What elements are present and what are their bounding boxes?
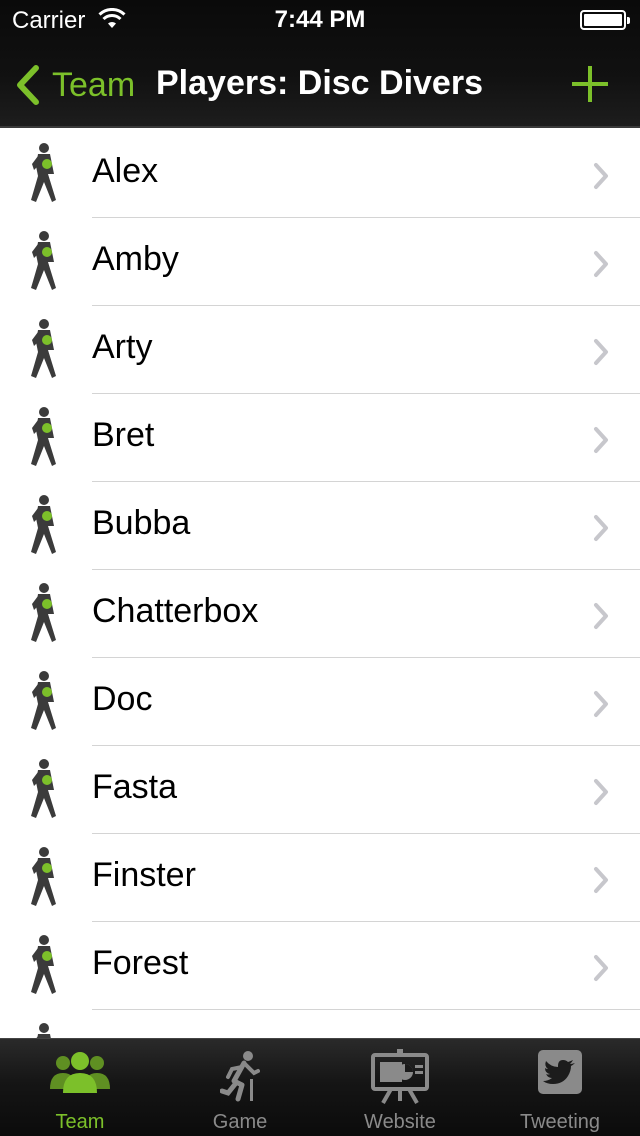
player-row[interactable]: Bubba — [0, 482, 640, 570]
player-silhouette-icon — [31, 759, 56, 818]
player-silhouette-icon — [31, 231, 56, 290]
player-row[interactable]: Bret — [0, 394, 640, 482]
battery-icon — [580, 10, 630, 30]
chevron-right-icon — [594, 515, 608, 541]
player-silhouette-icon — [31, 583, 56, 642]
battery-level — [584, 14, 622, 26]
player-name: Doc — [92, 680, 153, 718]
tab-website-label: Website — [364, 1111, 436, 1133]
chevron-right-icon — [594, 955, 608, 981]
tab-tweeting-label: Tweeting — [519, 1111, 601, 1133]
player-name: Bubba — [92, 504, 191, 542]
player-row[interactable]: Doc — [0, 658, 640, 746]
website-icon — [371, 1049, 429, 1104]
player-silhouette-icon — [31, 495, 56, 554]
status-time: 7:44 PM — [274, 6, 366, 33]
player-row[interactable]: Chatterbox — [0, 570, 640, 658]
chevron-right-icon — [594, 163, 608, 189]
player-name: Finster — [92, 856, 196, 894]
player-row[interactable]: Alex — [0, 130, 640, 218]
player-row[interactable]: Finster — [0, 834, 640, 922]
back-button-label: Team — [52, 65, 136, 104]
player-name: Forest — [92, 944, 189, 982]
chevron-right-icon — [594, 691, 608, 717]
player-name: Alex — [92, 152, 159, 190]
tab-game-label: Game — [212, 1111, 268, 1133]
player-row[interactable]: Arty — [0, 306, 640, 394]
player-name: Fasta — [92, 768, 178, 806]
chevron-right-icon — [594, 339, 608, 365]
player-silhouette-icon — [31, 319, 56, 378]
chevron-right-icon — [594, 779, 608, 805]
tab-bar: Team Game Website Tweeting — [0, 1038, 640, 1136]
team-icon — [50, 1052, 110, 1093]
tab-website[interactable]: Website — [320, 1039, 480, 1136]
player-silhouette-icon — [31, 847, 56, 906]
player-silhouette-icon — [31, 935, 56, 994]
twitter-icon — [538, 1050, 582, 1094]
runner-icon — [220, 1051, 260, 1102]
page-title: Players: Disc Divers — [156, 64, 483, 102]
player-name: Chatterbox — [92, 592, 259, 630]
player-name: Amby — [92, 240, 179, 278]
chevron-right-icon — [594, 867, 608, 893]
player-silhouette-icon — [31, 143, 56, 202]
plus-icon[interactable] — [566, 60, 614, 108]
player-row[interactable]: Amby — [0, 218, 640, 306]
back-button[interactable]: Team — [14, 62, 135, 108]
player-name: Arty — [92, 328, 153, 366]
top-bar: Carrier 7:44 PM Team Players: Disc Diver… — [0, 0, 640, 128]
chevron-right-icon — [594, 251, 608, 277]
player-silhouette-icon — [31, 671, 56, 730]
navigation-bar: Team Players: Disc Divers — [0, 40, 640, 128]
player-silhouette-icon — [36, 1023, 51, 1038]
tab-tweeting[interactable]: Tweeting — [480, 1039, 640, 1136]
tab-team[interactable]: Team — [0, 1039, 160, 1136]
tab-team-label: Team — [55, 1111, 105, 1133]
chevron-right-icon — [594, 427, 608, 453]
chevron-left-icon — [17, 65, 39, 105]
tab-game[interactable]: Game — [160, 1039, 320, 1136]
status-bar: Carrier 7:44 PM — [0, 0, 640, 40]
player-row[interactable]: Fasta — [0, 746, 640, 834]
player-name: Bret — [92, 416, 155, 454]
player-silhouette-icon — [31, 407, 56, 466]
player-list: Alex Amby Arty Bret Bubba Chatterbox Doc… — [0, 130, 640, 1038]
player-row[interactable] — [0, 1010, 640, 1038]
chevron-right-icon — [594, 603, 608, 629]
player-row[interactable]: Forest — [0, 922, 640, 1010]
